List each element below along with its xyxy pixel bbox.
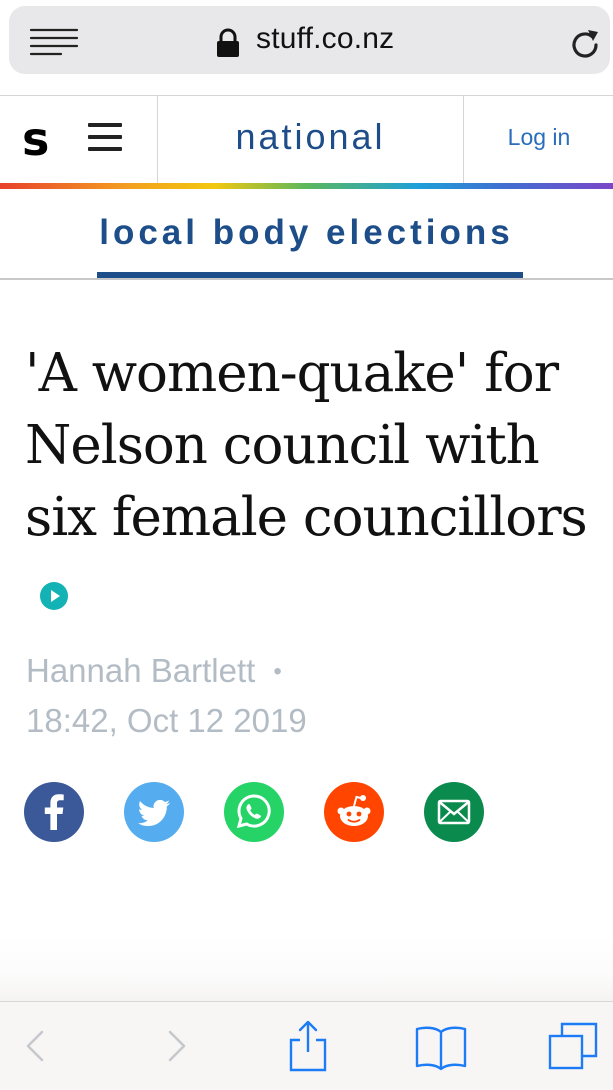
bookmarks-button[interactable]: [413, 1018, 469, 1074]
share-reddit-button[interactable]: [324, 782, 384, 842]
byline-separator: •: [273, 658, 282, 685]
site-header: s national Log in: [0, 95, 613, 184]
twitter-icon: [124, 782, 184, 842]
play-video-icon[interactable]: [40, 582, 68, 610]
header-divider: [463, 96, 464, 184]
forward-chevron-icon: [168, 1030, 186, 1062]
share-facebook-button[interactable]: [24, 782, 84, 842]
share-email-button[interactable]: [424, 782, 484, 842]
browser-address-area: stuff.co.nz: [0, 0, 613, 95]
forward-button[interactable]: [148, 1018, 204, 1074]
reddit-icon: [324, 782, 384, 842]
back-button[interactable]: [8, 1018, 64, 1074]
hamburger-menu-icon[interactable]: [88, 123, 122, 153]
reload-icon[interactable]: [566, 26, 604, 64]
bookmarks-book-icon: [415, 1026, 467, 1071]
active-tab-indicator: [97, 272, 523, 278]
lock-icon: [217, 28, 239, 57]
url-text[interactable]: stuff.co.nz: [256, 22, 394, 56]
facebook-icon: [24, 782, 84, 842]
author-name[interactable]: Hannah Bartlett: [26, 652, 255, 689]
stuff-logo[interactable]: s: [22, 116, 49, 162]
share-whatsapp-button[interactable]: [224, 782, 284, 842]
tabs-button[interactable]: [546, 1018, 602, 1074]
article-headline: 'A women-quake' for Nelson council with si…: [25, 338, 605, 554]
whatsapp-icon: [224, 782, 284, 842]
share-twitter-button[interactable]: [124, 782, 184, 842]
share-sheet-button[interactable]: [280, 1018, 336, 1074]
login-link[interactable]: Log in: [465, 124, 613, 151]
tabs-icon: [548, 1022, 598, 1070]
headline-line: 'A women-quake' for: [25, 343, 559, 404]
back-chevron-icon: [26, 1030, 44, 1062]
publish-timestamp: 18:42, Oct 12 2019: [26, 702, 307, 739]
headline-line: Nelson council with: [25, 415, 540, 476]
email-icon: [424, 782, 484, 842]
share-icon: [289, 1020, 327, 1072]
address-bar[interactable]: stuff.co.nz: [9, 6, 610, 74]
section-title[interactable]: national: [158, 116, 463, 158]
headline-line: six female councillors: [25, 487, 588, 548]
subnav: local body elections: [0, 189, 613, 280]
byline: Hannah Bartlett •: [26, 652, 282, 690]
subnav-tab-local-body-elections[interactable]: local body elections: [0, 213, 613, 253]
hero-image: [0, 935, 613, 1005]
reader-menu-icon[interactable]: [29, 26, 79, 56]
browser-toolbar: [0, 1001, 613, 1090]
